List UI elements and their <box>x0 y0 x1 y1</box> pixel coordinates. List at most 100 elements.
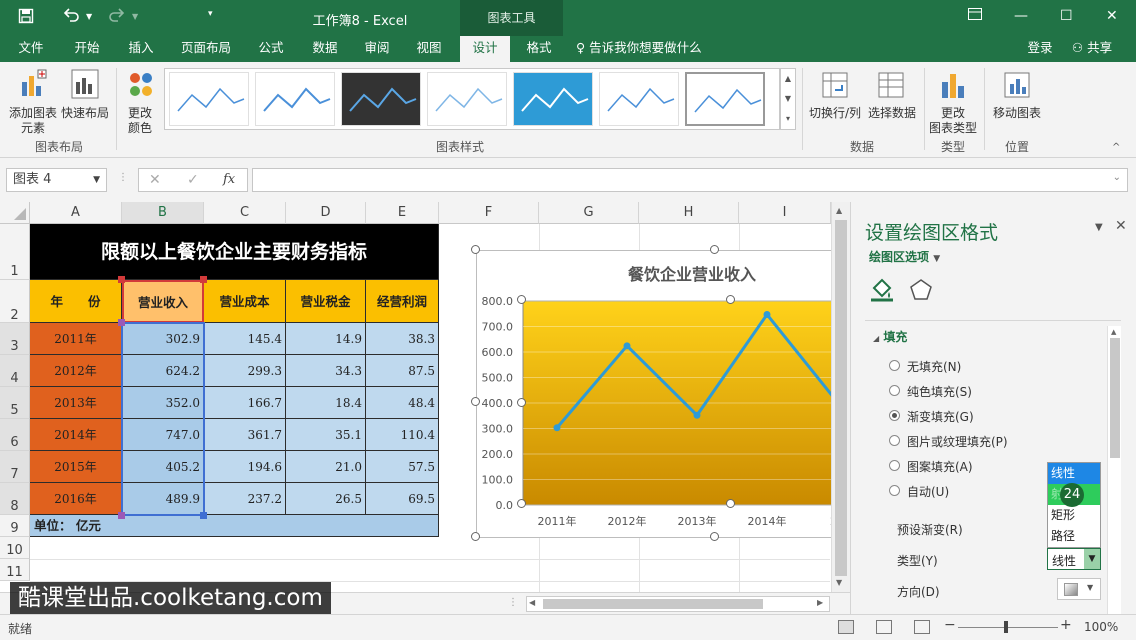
type-dropdown-icon[interactable]: ▼ <box>1084 549 1100 569</box>
horizontal-scroll-thumb[interactable] <box>543 599 763 609</box>
pane-scrollbar[interactable]: ▲ <box>1107 326 1121 614</box>
tax-cell[interactable]: 21.0 <box>286 451 366 483</box>
series-point[interactable] <box>693 411 701 419</box>
direction-dropdown-icon[interactable]: ▼ <box>1087 583 1093 592</box>
radio-picture-fill[interactable] <box>889 435 900 446</box>
revenue-cell[interactable]: 405.2 <box>122 451 204 483</box>
vertical-scrollbar[interactable]: ▲ ▼ <box>831 202 850 592</box>
direction-select[interactable]: ▼ <box>1057 578 1101 600</box>
year-cell[interactable]: 2013年 <box>30 387 122 419</box>
column-header[interactable]: G <box>539 202 639 224</box>
row-header[interactable]: 2 <box>0 280 30 323</box>
horizontal-scrollbar[interactable]: ◀ ▶ <box>526 596 830 612</box>
scroll-up-icon[interactable]: ▲ <box>836 206 842 215</box>
option-pattern-fill[interactable]: 图案填充(A) <box>907 458 973 475</box>
formula-input[interactable]: ⌄ <box>252 168 1128 192</box>
add-chart-element-button[interactable]: 添加图表 元素 <box>8 68 58 135</box>
tell-me-box[interactable]: ♀ 告诉我你想要做什么 <box>576 36 712 62</box>
pane-options-dropdown-icon[interactable]: ▼ <box>1095 222 1103 233</box>
chart-style-4[interactable] <box>427 72 507 126</box>
save-icon[interactable] <box>18 8 34 28</box>
row-header[interactable]: 8 <box>0 483 30 515</box>
row-header[interactable]: 11 <box>0 559 30 581</box>
row-header[interactable]: 6 <box>0 419 30 451</box>
chart-style-6[interactable] <box>599 72 679 126</box>
chart-style-2[interactable] <box>255 72 335 126</box>
zoom-out-icon[interactable]: − <box>944 617 956 633</box>
zoom-slider[interactable] <box>958 627 1058 628</box>
collapse-ribbon-icon[interactable]: ^ <box>1112 142 1120 153</box>
scroll-down-icon[interactable]: ▼ <box>836 578 842 587</box>
option-picture-fill[interactable]: 图片或纹理填充(P) <box>907 433 1008 450</box>
range-handle[interactable] <box>118 319 125 326</box>
dropdown-item-rectangular[interactable]: 矩形 <box>1048 505 1100 526</box>
column-header[interactable]: C <box>204 202 286 224</box>
zoom-slider-thumb[interactable] <box>1004 621 1008 633</box>
tab-format[interactable]: 格式 <box>516 36 562 62</box>
plot-resize-handle[interactable] <box>517 295 526 304</box>
name-box-dropdown-icon[interactable]: ▼ <box>93 169 100 191</box>
dropdown-item-linear[interactable]: 线性 <box>1048 463 1100 484</box>
tab-view[interactable]: 视图 <box>406 36 452 62</box>
radio-automatic[interactable] <box>889 485 900 496</box>
fill-line-icon[interactable] <box>869 276 897 304</box>
series-point[interactable] <box>623 342 631 350</box>
zoom-in-icon[interactable]: + <box>1060 617 1072 633</box>
chart-resize-handle[interactable] <box>471 532 480 541</box>
redo-dropdown-icon[interactable]: ▼ <box>132 12 138 21</box>
pane-scroll-up-icon[interactable]: ▲ <box>1111 328 1116 336</box>
scroll-right-icon[interactable]: ▶ <box>817 598 823 607</box>
chart-resize-handle[interactable] <box>471 397 480 406</box>
column-header[interactable]: H <box>639 202 739 224</box>
tab-formulas[interactable]: 公式 <box>248 36 294 62</box>
tax-cell[interactable]: 26.5 <box>286 483 366 515</box>
vertical-scroll-thumb[interactable] <box>835 220 847 576</box>
radio-gradient-fill[interactable] <box>889 410 900 421</box>
series-point[interactable] <box>763 311 771 319</box>
tax-cell[interactable]: 35.1 <box>286 419 366 451</box>
header-cell-selected[interactable]: 营业收入 <box>122 280 204 323</box>
column-header[interactable]: B <box>122 202 204 224</box>
revenue-cell[interactable]: 489.9 <box>122 483 204 515</box>
chart-resize-handle[interactable] <box>710 245 719 254</box>
row-header[interactable]: 5 <box>0 387 30 419</box>
split-grip-icon[interactable]: ⋮ <box>508 597 518 608</box>
cost-cell[interactable]: 145.4 <box>204 323 286 355</box>
close-icon[interactable]: ✕ <box>1106 8 1118 24</box>
range-handle[interactable] <box>200 276 207 283</box>
name-box[interactable]: 图表 4 ▼ <box>6 168 107 192</box>
column-header[interactable]: I <box>739 202 831 224</box>
type-select[interactable]: 线性 ▼ <box>1047 548 1101 570</box>
year-cell[interactable]: 2015年 <box>30 451 122 483</box>
page-layout-view-icon[interactable] <box>876 620 892 634</box>
range-handle[interactable] <box>200 512 207 519</box>
tax-cell[interactable]: 14.9 <box>286 323 366 355</box>
expand-formula-icon[interactable]: ⌄ <box>1113 172 1121 183</box>
row-header[interactable]: 10 <box>0 537 30 559</box>
header-cell[interactable]: 年 份 <box>30 280 122 323</box>
radio-no-fill[interactable] <box>889 360 900 371</box>
plot-resize-handle[interactable] <box>517 499 526 508</box>
range-handle[interactable] <box>118 512 125 519</box>
revenue-cell[interactable]: 747.0 <box>122 419 204 451</box>
profit-cell[interactable]: 110.4 <box>366 419 439 451</box>
year-cell[interactable]: 2014年 <box>30 419 122 451</box>
column-header[interactable]: A <box>30 202 122 224</box>
row-header[interactable]: 9 <box>0 515 30 537</box>
cost-cell[interactable]: 166.7 <box>204 387 286 419</box>
cancel-icon[interactable]: ✕ <box>149 172 161 188</box>
minimize-icon[interactable]: — <box>1014 8 1028 24</box>
chart-style-1[interactable] <box>169 72 249 126</box>
table-title[interactable]: 限额以上餐饮企业主要财务指标 <box>30 224 439 280</box>
pane-subtitle[interactable]: 绘图区选项 ▼ <box>869 248 940 265</box>
plot-resize-handle[interactable] <box>726 499 735 508</box>
tab-insert[interactable]: 插入 <box>118 36 164 62</box>
login-link[interactable]: 登录 <box>1020 36 1060 62</box>
effects-icon[interactable] <box>909 278 935 304</box>
chart-object[interactable]: 餐饮企业营业收入 800.0 700.0 600.0 500.0 400.0 300.0 2… <box>476 250 857 538</box>
revenue-cell[interactable]: 624.2 <box>122 355 204 387</box>
year-cell[interactable]: 2012年 <box>30 355 122 387</box>
redo-icon[interactable] <box>108 8 126 28</box>
profit-cell[interactable]: 48.4 <box>366 387 439 419</box>
change-chart-type-button[interactable]: 更改 图表类型 <box>928 68 978 135</box>
